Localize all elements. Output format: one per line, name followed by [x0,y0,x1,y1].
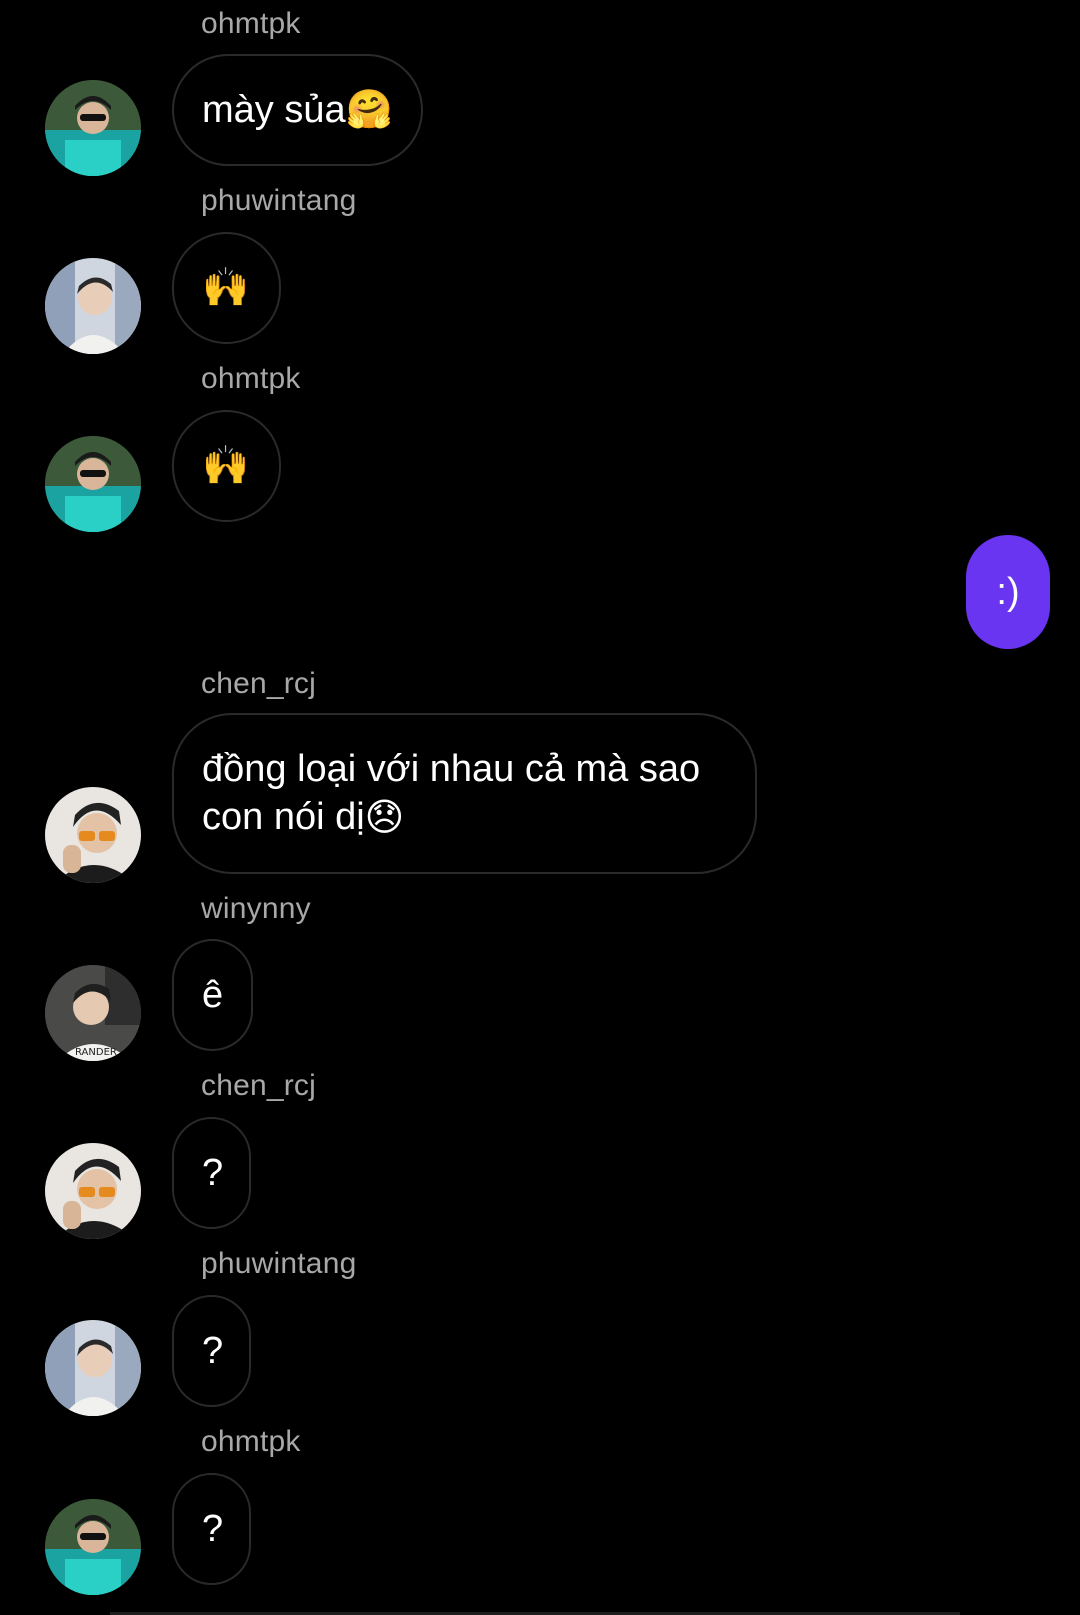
avatar[interactable] [45,1499,141,1595]
message-bubble[interactable]: đồng loại với nhau cả mà sao con nói dị😞 [172,713,757,874]
hugging-face-emoji-icon: 🤗 [345,89,393,131]
avatar[interactable] [45,258,141,354]
sender-name[interactable]: chen_rcj [201,666,316,702]
sender-name[interactable]: ohmtpk [201,6,301,42]
sender-name[interactable]: ohmtpk [201,361,301,397]
sender-name[interactable]: phuwintang [201,1246,356,1282]
message-text-line: đồng loại với nhau cả mà sao [202,747,701,790]
message-bubble[interactable]: ? [172,1295,251,1407]
avatar[interactable] [45,787,141,883]
chat-thread: ohmtpk mày sủa 🤗 phuwintang 🙌 ohmtpk 🙌 :)… [0,0,1080,1615]
own-message-bubble[interactable]: :) [966,535,1050,649]
message-text-line: con nói dị [202,795,365,838]
sender-name[interactable]: winynny [201,891,311,927]
message-text: ? [202,1330,224,1372]
sender-name[interactable]: ohmtpk [201,1424,301,1460]
sender-name[interactable]: phuwintang [201,183,356,219]
message-bubble[interactable]: mày sủa 🤗 [172,54,423,166]
message-bubble[interactable]: 🙌 [172,410,281,522]
avatar[interactable] [45,80,141,176]
sender-name[interactable]: chen_rcj [201,1068,316,1104]
message-bubble[interactable]: ? [172,1117,251,1229]
raising-hands-emoji-icon: 🙌 [202,267,250,309]
avatar[interactable] [45,1143,141,1239]
message-text: ? [202,1508,224,1550]
message-bubble[interactable]: 🙌 [172,232,281,344]
message-text: mày sủa [202,89,346,131]
avatar[interactable] [45,436,141,532]
message-text: ê [202,974,224,1016]
raising-hands-emoji-icon: 🙌 [202,445,250,487]
disappointed-face-emoji-icon: 😞 [364,797,405,840]
svg-text:RANDER: RANDER [75,1047,117,1058]
message-text: ? [202,1152,224,1194]
avatar[interactable] [45,1320,141,1416]
message-bubble[interactable]: ? [172,1473,251,1585]
avatar[interactable]: RANDER [45,965,141,1061]
message-bubble[interactable]: ê [172,939,253,1051]
